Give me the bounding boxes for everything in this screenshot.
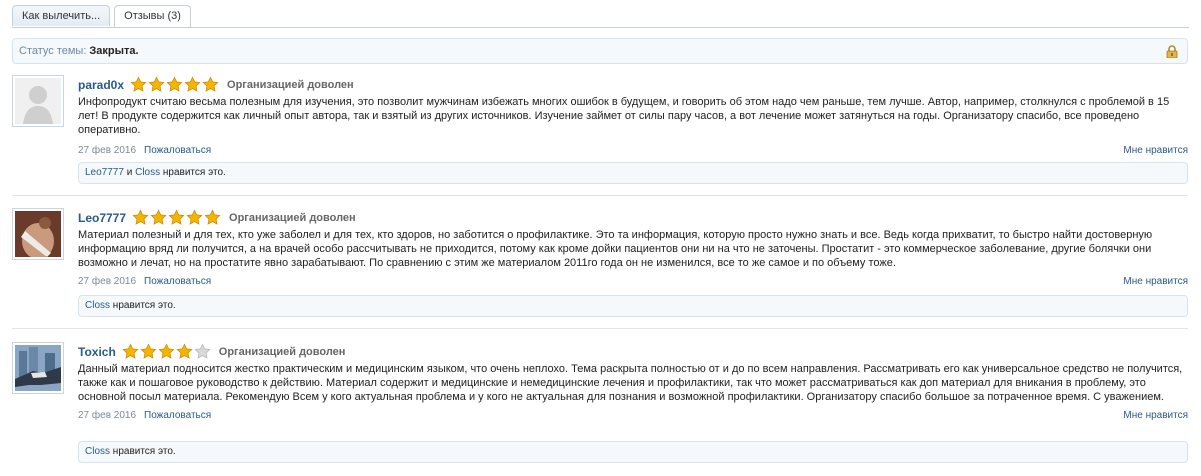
star-filled-icon	[158, 343, 175, 359]
star-filled-icon	[130, 76, 147, 92]
post-separator	[12, 195, 1188, 196]
username[interactable]: parad0x	[78, 78, 124, 92]
avatar[interactable]	[12, 208, 64, 260]
status-label: Статус темы:	[19, 45, 87, 57]
post-date: 27 фев 2016	[78, 145, 137, 156]
post-meta: 27 фев 2016 Пожаловаться Мне нравится	[78, 409, 1188, 423]
like-link[interactable]: Мне нравится	[1123, 409, 1188, 423]
review-post: Toxich Организацией доволен Данный матер…	[12, 342, 1188, 466]
star-filled-icon	[202, 76, 219, 92]
like-user[interactable]: Closs	[85, 446, 110, 457]
post-body: Toxich Организацией доволен Данный матер…	[78, 342, 1188, 463]
star-filled-icon	[204, 209, 221, 225]
likes-suffix: нравится это.	[112, 446, 176, 457]
rating-stars	[122, 343, 211, 360]
post-date: 27 фев 2016	[78, 410, 137, 421]
review-post: Leo7777 Организацией доволен Материал по…	[12, 208, 1188, 318]
star-filled-icon	[122, 343, 139, 359]
star-filled-icon	[148, 76, 165, 92]
tab-divider	[12, 27, 1189, 28]
likes-summary: Closs нравится это.	[78, 441, 1188, 463]
like-user[interactable]: Closs	[85, 300, 110, 311]
star-filled-icon	[132, 209, 149, 225]
star-filled-icon	[150, 209, 167, 225]
review-text: Инфопродукт считаю весьма полезным для и…	[78, 96, 1170, 136]
likes-summary: Leo7777 и Closs нравится это.	[78, 162, 1188, 184]
post-separator	[12, 328, 1188, 329]
review-post: parad0x Организацией доволен Инфопродукт…	[12, 75, 1188, 185]
post-body: parad0x Организацией доволен Инфопродукт…	[78, 75, 1188, 184]
likes-joiner: и	[126, 167, 133, 178]
like-user[interactable]: Leo7777	[85, 167, 124, 178]
review-text: Материал полезный и для тех, кто уже заб…	[78, 229, 1153, 269]
review-text: Данный материал подносится жестко практи…	[78, 363, 1183, 403]
star-filled-icon	[184, 76, 201, 92]
default-avatar-icon	[15, 78, 61, 124]
review-verdict: Организацией доволен	[227, 78, 354, 91]
tab-how-to-cure[interactable]: Как вылечить...	[12, 5, 111, 26]
username[interactable]: Toxich	[78, 345, 116, 359]
thread-status-bar: Статус темы: Закрыта.	[12, 38, 1188, 64]
like-user[interactable]: Closs	[135, 167, 160, 178]
status-value: Закрыта.	[89, 45, 139, 57]
avatar[interactable]	[12, 75, 64, 127]
review-verdict: Организацией доволен	[229, 211, 356, 224]
star-filled-icon	[168, 209, 185, 225]
like-link[interactable]: Мне нравится	[1123, 144, 1188, 158]
report-link[interactable]: Пожаловаться	[144, 145, 211, 156]
star-empty-icon	[194, 343, 211, 359]
likes-suffix: нравится это.	[112, 300, 176, 311]
user-photo-icon	[15, 211, 61, 257]
report-link[interactable]: Пожаловаться	[144, 276, 211, 287]
likes-summary: Closs нравится это.	[78, 295, 1188, 317]
post-meta: 27 фев 2016 Пожаловаться Мне нравится	[78, 144, 1188, 158]
star-filled-icon	[166, 76, 183, 92]
star-filled-icon	[186, 209, 203, 225]
post-body: Leo7777 Организацией доволен Материал по…	[78, 208, 1188, 317]
handshake-photo-icon	[15, 345, 61, 391]
tab-reviews[interactable]: Отзывы (3)	[114, 5, 191, 27]
likes-suffix: нравится это.	[162, 167, 226, 178]
username[interactable]: Leo7777	[78, 211, 126, 225]
star-filled-icon	[140, 343, 157, 359]
star-filled-icon	[176, 343, 193, 359]
post-date: 27 фев 2016	[78, 276, 137, 287]
report-link[interactable]: Пожаловаться	[144, 410, 211, 421]
like-link[interactable]: Мне нравится	[1123, 275, 1188, 289]
tab-bar: Как вылечить... Отзывы (3)	[12, 5, 191, 27]
lock-icon	[1166, 45, 1178, 58]
rating-stars	[132, 209, 221, 226]
rating-stars	[130, 76, 219, 93]
review-verdict: Организацией доволен	[218, 345, 346, 358]
avatar[interactable]	[12, 342, 64, 394]
post-meta: 27 фев 2016 Пожаловаться Мне нравится	[78, 275, 1188, 289]
